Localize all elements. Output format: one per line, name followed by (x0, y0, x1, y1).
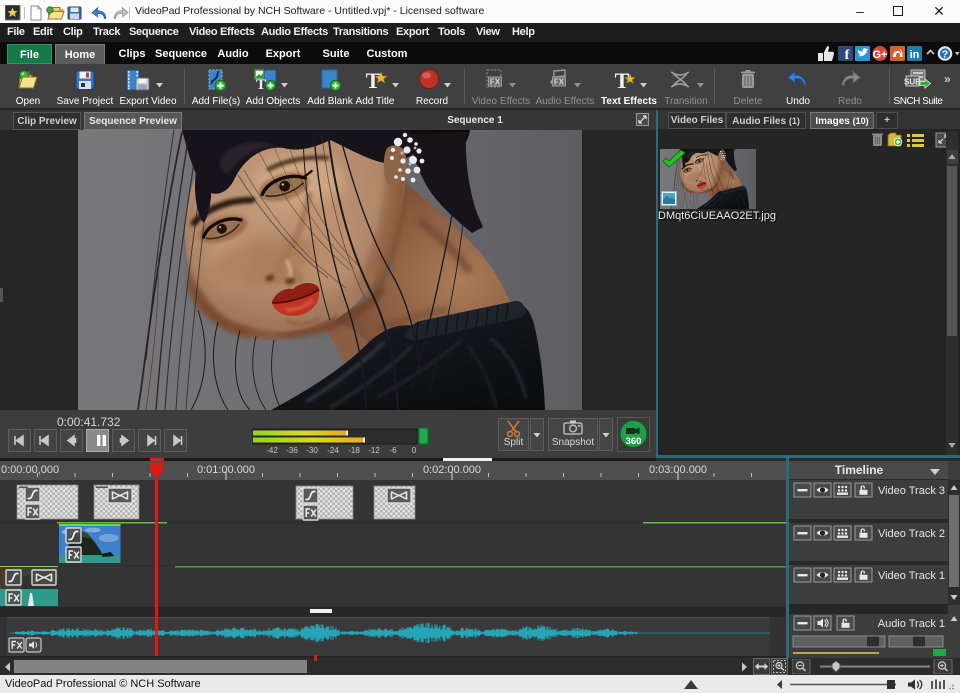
svg-text:360: 360 (626, 436, 642, 447)
svg-text:Audio Track 1: Audio Track 1 (878, 618, 945, 630)
svg-text:?: ? (942, 49, 948, 61)
svg-text:-12: -12 (368, 446, 380, 455)
svg-text:Video Track 2: Video Track 2 (878, 528, 945, 540)
svg-text:Video Track 3: Video Track 3 (878, 485, 945, 497)
svg-text:in: in (910, 49, 920, 61)
svg-text:0:01:00.000: 0:01:00.000 (197, 464, 255, 476)
svg-text:-36: -36 (286, 446, 298, 455)
svg-text:T: T (614, 68, 629, 92)
svg-text:0: 0 (412, 446, 417, 455)
svg-text:FX: FX (489, 78, 500, 87)
svg-text:Video Track 1: Video Track 1 (878, 570, 945, 582)
svg-text:0:03:00.000: 0:03:00.000 (649, 464, 707, 476)
svg-text:-30: -30 (306, 446, 318, 455)
svg-text:-24: -24 (327, 446, 339, 455)
svg-text:-42: -42 (266, 446, 278, 455)
svg-text:G+: G+ (873, 49, 888, 61)
svg-text:FX: FX (553, 78, 564, 87)
svg-text:0:02:00.000: 0:02:00.000 (423, 464, 481, 476)
svg-text:0:00:00,000: 0:00:00,000 (1, 464, 59, 476)
svg-text:SUB: SUB (904, 78, 921, 87)
svg-text:-6: -6 (389, 446, 397, 455)
svg-text:f: f (845, 48, 850, 62)
svg-text:T: T (256, 77, 266, 92)
svg-text:-18: -18 (348, 446, 360, 455)
